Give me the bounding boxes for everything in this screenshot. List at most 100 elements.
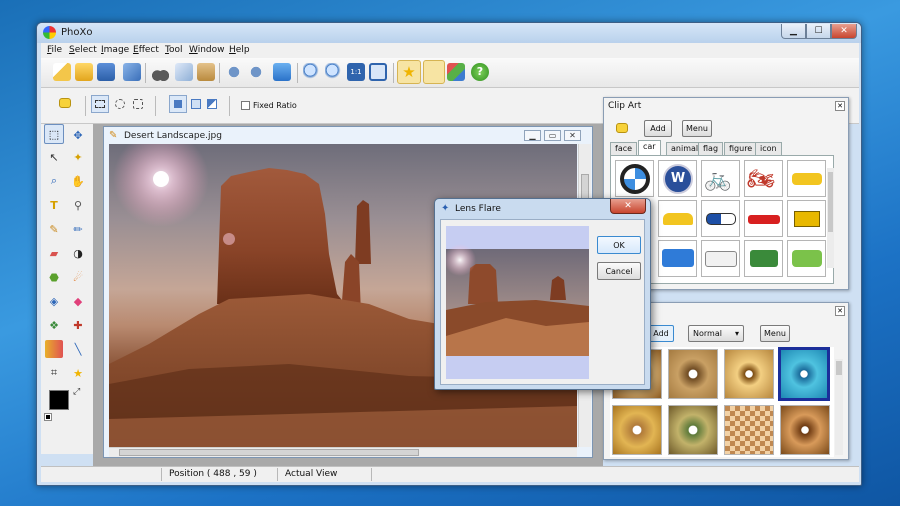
- menu-effect[interactable]: Effect: [133, 45, 159, 55]
- clip-art-panel-icon[interactable]: [423, 60, 445, 84]
- frames-add-button[interactable]: Add: [648, 325, 674, 342]
- pencil-icon[interactable]: ✎: [45, 220, 63, 238]
- actual-size-icon[interactable]: 1:1: [347, 63, 365, 81]
- add-selection-icon[interactable]: [191, 99, 201, 109]
- clip-bmw-logo[interactable]: [615, 160, 654, 197]
- open-folder-icon[interactable]: [75, 63, 93, 81]
- tab-icon[interactable]: icon: [755, 142, 782, 155]
- zoom-in-icon[interactable]: [303, 63, 321, 81]
- save-icon[interactable]: [97, 63, 115, 81]
- frame-thumb-3[interactable]: [724, 349, 774, 399]
- frames-scroll-thumb[interactable]: [836, 361, 842, 375]
- magic-wand-icon[interactable]: ✦: [69, 148, 87, 166]
- comment-icon[interactable]: [59, 98, 71, 108]
- clip-yellow-car[interactable]: [787, 160, 826, 197]
- zoom-out-icon[interactable]: [325, 63, 343, 81]
- clip-train[interactable]: [744, 240, 783, 277]
- clip-tram[interactable]: [787, 240, 826, 277]
- frames-close-button[interactable]: ✕: [835, 306, 845, 316]
- clip-motorcycle[interactable]: 🏍: [744, 160, 783, 197]
- undo-icon[interactable]: [225, 63, 243, 81]
- title-bar[interactable]: PhoXo ▁ ☐ ✕: [37, 23, 861, 43]
- contrast-icon[interactable]: ◑: [69, 244, 87, 262]
- doc-close-button[interactable]: ✕: [564, 130, 581, 141]
- tab-face[interactable]: face: [610, 142, 638, 155]
- frames-scrollbar[interactable]: [835, 359, 843, 455]
- frames-menu-button[interactable]: Menu: [760, 325, 790, 342]
- frame-thumb-6[interactable]: [668, 405, 718, 455]
- dialog-close-button[interactable]: ✕: [610, 199, 646, 214]
- heal-icon[interactable]: ✚: [69, 316, 87, 334]
- default-colors-icon[interactable]: [44, 413, 52, 421]
- clip-rv[interactable]: [701, 240, 740, 277]
- smudge-icon[interactable]: ☄: [69, 268, 87, 286]
- copy-icon[interactable]: [175, 63, 193, 81]
- frame-thumb-2[interactable]: [668, 349, 718, 399]
- maximize-button[interactable]: ☐: [806, 24, 831, 39]
- cancel-button[interactable]: Cancel: [597, 262, 641, 280]
- lens-flare-preview[interactable]: [446, 226, 589, 379]
- menu-help[interactable]: Help: [229, 45, 250, 55]
- redo-icon[interactable]: [247, 63, 265, 81]
- crop-tool-icon[interactable]: ⌗: [45, 364, 63, 382]
- document-horizontal-scrollbar[interactable]: [109, 447, 577, 457]
- zoom-tool-icon[interactable]: ⌕: [45, 172, 63, 190]
- clip-art-menu-button[interactable]: Menu: [682, 120, 712, 137]
- clip-vw-logo[interactable]: W: [658, 160, 697, 197]
- clip-art-add-button[interactable]: Add: [644, 120, 672, 137]
- tab-car[interactable]: car: [638, 140, 661, 155]
- clip-art-close-button[interactable]: ✕: [835, 101, 845, 111]
- favorites-star-icon[interactable]: ★: [397, 60, 421, 84]
- close-button[interactable]: ✕: [831, 24, 857, 39]
- clip-police-car[interactable]: [701, 200, 740, 237]
- selection-tool-icon[interactable]: ⬚: [44, 124, 64, 144]
- brush-icon[interactable]: ✏: [69, 220, 87, 238]
- clip-race-car[interactable]: [744, 200, 783, 237]
- doc-minimize-button[interactable]: ▁: [524, 130, 541, 141]
- ok-button[interactable]: OK: [597, 236, 641, 254]
- horizontal-scroll-thumb[interactable]: [119, 449, 419, 456]
- paste-icon[interactable]: [197, 63, 215, 81]
- rect-select-mode-button[interactable]: [91, 95, 109, 113]
- help-icon[interactable]: ?: [471, 63, 489, 81]
- clip-bus[interactable]: [658, 240, 697, 277]
- clone-stamp-icon[interactable]: ⬣: [45, 268, 63, 286]
- blend-mode-select[interactable]: Normal ▾: [688, 325, 744, 342]
- rounded-select-icon[interactable]: [133, 99, 143, 109]
- lasso-tool-icon[interactable]: ↖: [45, 148, 63, 166]
- new-selection-button[interactable]: [169, 95, 187, 113]
- red-eye-icon[interactable]: ❖: [45, 316, 63, 334]
- line-tool-icon[interactable]: ╲: [69, 340, 87, 358]
- tab-flag[interactable]: flag: [698, 142, 724, 155]
- menu-file[interactable]: File: [47, 45, 62, 55]
- scan-icon[interactable]: [123, 63, 141, 81]
- shape-star-icon[interactable]: ★: [69, 364, 87, 382]
- frame-thumb-4-selected[interactable]: [778, 347, 830, 401]
- foreground-color-swatch[interactable]: [49, 390, 69, 410]
- refresh-icon[interactable]: [273, 63, 291, 81]
- eraser-icon[interactable]: ▰: [45, 244, 63, 262]
- gradient-tool-icon[interactable]: [45, 340, 63, 358]
- frame-thumb-7[interactable]: [724, 405, 774, 455]
- cut-icon[interactable]: [151, 63, 169, 81]
- clip-bicycle[interactable]: 🚲: [701, 160, 740, 197]
- clip-art-scrollbar[interactable]: [827, 168, 834, 268]
- menu-window[interactable]: Window: [189, 45, 225, 55]
- subtract-selection-icon[interactable]: [207, 99, 217, 109]
- menu-tool[interactable]: Tool: [165, 45, 182, 55]
- fill-bucket-icon[interactable]: ◈: [45, 292, 63, 310]
- fixed-ratio-checkbox[interactable]: [241, 101, 250, 110]
- hand-tool-icon[interactable]: ✋: [69, 172, 87, 190]
- fit-window-icon[interactable]: [369, 63, 387, 81]
- color-replace-icon[interactable]: ◆: [69, 292, 87, 310]
- menu-select[interactable]: Select: [69, 45, 97, 55]
- text-tool-icon[interactable]: T: [45, 196, 63, 214]
- frame-thumb-8[interactable]: [780, 405, 830, 455]
- new-file-icon[interactable]: [53, 63, 71, 81]
- layers-icon[interactable]: [447, 63, 465, 81]
- eyedropper-icon[interactable]: ⚲: [69, 196, 87, 214]
- frame-thumb-5[interactable]: [612, 405, 662, 455]
- move-tool-icon[interactable]: ✥: [69, 126, 87, 144]
- swap-colors-icon[interactable]: ⤢: [73, 387, 80, 397]
- doc-maximize-button[interactable]: ▭: [544, 130, 561, 141]
